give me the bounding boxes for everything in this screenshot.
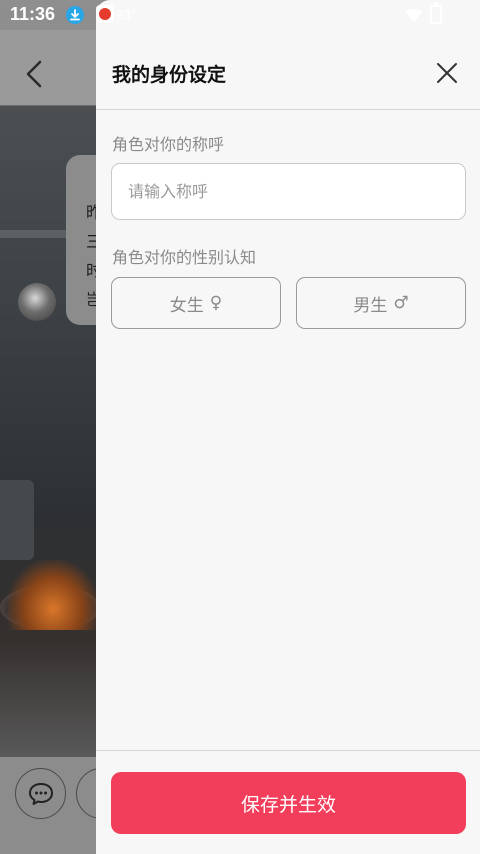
download-icon bbox=[66, 6, 84, 24]
chat-bubble-icon[interactable] bbox=[15, 768, 66, 819]
gender-option-female[interactable]: 女生 ♀ bbox=[111, 277, 281, 329]
close-button[interactable] bbox=[430, 56, 464, 90]
close-icon bbox=[437, 63, 457, 83]
status-bar: 11:36 93° bbox=[0, 0, 480, 30]
back-arrow-icon[interactable] bbox=[20, 58, 48, 90]
nickname-input[interactable] bbox=[111, 163, 466, 220]
gender-option-label: 女生 bbox=[169, 295, 204, 316]
female-symbol-icon: ♀ bbox=[209, 293, 223, 313]
gender-option-male[interactable]: 男生 ♂ bbox=[296, 277, 466, 329]
character-avatar bbox=[18, 283, 56, 321]
male-symbol-icon: ♂ bbox=[393, 293, 409, 313]
drawer-header: 我的身份设定 bbox=[96, 30, 480, 110]
background-flame bbox=[8, 560, 98, 630]
gender-option-label: 男生 bbox=[353, 295, 388, 316]
background-pot bbox=[0, 480, 34, 560]
status-time: 11:36 bbox=[10, 4, 56, 24]
status-temperature: 93° bbox=[116, 7, 136, 22]
drawer-title: 我的身份设定 bbox=[112, 64, 227, 86]
identity-settings-drawer: 我的身份设定 角色对你的称呼 角色对你的性别认知 女生 ♀ 男生 ♂ 保存并生效 bbox=[96, 0, 480, 854]
gender-section-label: 角色对你的性别认知 bbox=[112, 248, 257, 267]
wifi-icon bbox=[405, 8, 423, 23]
battery-icon bbox=[430, 2, 442, 24]
save-and-apply-button[interactable]: 保存并生效 bbox=[111, 772, 466, 834]
drawer-footer: 保存并生效 bbox=[96, 750, 480, 854]
name-section-label: 角色对你的称呼 bbox=[112, 135, 225, 154]
app-notification-icon bbox=[96, 5, 114, 23]
